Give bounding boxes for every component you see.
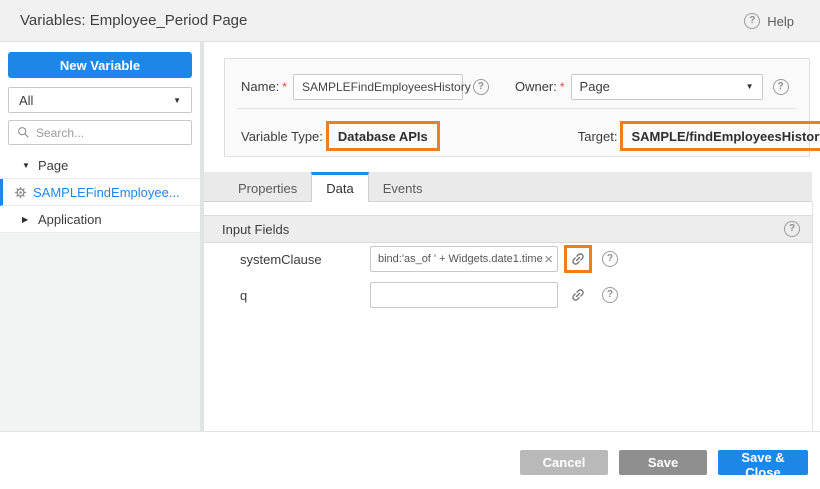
help-icon[interactable]: ? (744, 13, 760, 29)
variables-sidebar: New Variable All ▼ ▼ Page (0, 42, 200, 431)
variable-search[interactable] (8, 120, 192, 145)
name-value: SAMPLEFindEmployeesHistory (302, 80, 471, 94)
systemclause-value: bind:'as_of ' + Widgets.date1.timestam (378, 253, 543, 265)
chevron-down-icon: ▼ (173, 96, 181, 105)
owner-value: Page (580, 79, 610, 94)
variable-editor-panel: Name: * SAMPLEFindEmployeesHistory ? Own… (204, 42, 820, 431)
input-fields-header: Input Fields ? (204, 215, 812, 243)
tree-group-application[interactable]: ▶ Application (0, 206, 200, 233)
sidebar-empty-area (0, 233, 200, 431)
tab-events[interactable]: Events (369, 172, 437, 201)
name-field[interactable]: SAMPLEFindEmployeesHistory (293, 74, 463, 100)
bind-link-icon (567, 284, 590, 307)
variable-filter-dropdown[interactable]: All ▼ (8, 87, 192, 113)
content-right-border (812, 202, 813, 431)
systemclause-help-icon[interactable]: ? (602, 251, 618, 267)
q-help-icon[interactable]: ? (602, 287, 618, 303)
search-input[interactable] (36, 126, 183, 140)
page-title: Variables: Employee_Period Page (20, 12, 247, 29)
q-bind-button[interactable] (564, 281, 592, 309)
name-help-icon[interactable]: ? (473, 79, 489, 95)
tree-item-label: SAMPLEFindEmployee... (33, 185, 180, 200)
clear-binding-icon[interactable]: × (543, 252, 554, 267)
tree-group-page-label: Page (38, 158, 68, 173)
name-label: Name: (241, 79, 279, 94)
input-fields-help-icon[interactable]: ? (784, 221, 800, 237)
target-label: Target: (578, 129, 618, 144)
input-fields-title: Input Fields (222, 222, 289, 237)
help-button[interactable]: ? Help (744, 0, 794, 42)
owner-dropdown[interactable]: Page ▼ (571, 74, 763, 100)
variables-tree: ▼ Page SAMPLEFindEmployee... ▶ (0, 152, 200, 233)
variables-dialog: Variables: Employee_Period Page ? Help N… (0, 0, 820, 489)
tree-group-application-label: Application (38, 212, 102, 227)
systemclause-field[interactable]: bind:'as_of ' + Widgets.date1.timestam × (370, 246, 558, 272)
panel-divider (237, 108, 797, 109)
new-variable-button[interactable]: New Variable (8, 52, 192, 78)
bind-link-icon (567, 248, 590, 271)
search-icon (17, 126, 30, 139)
name-required-marker: * (282, 80, 287, 94)
variable-type-highlight: Database APIs (326, 121, 440, 151)
systemclause-bind-button[interactable] (564, 245, 592, 273)
cancel-button[interactable]: Cancel (520, 450, 608, 475)
variable-summary-panel: Name: * SAMPLEFindEmployeesHistory ? Own… (224, 58, 810, 157)
save-and-close-button[interactable]: Save & Close (718, 450, 808, 475)
chevron-down-icon: ▼ (746, 82, 754, 91)
caret-right-icon[interactable]: ▶ (22, 215, 38, 224)
target-highlight: SAMPLE/findEmployeesHistory (620, 121, 820, 151)
owner-label: Owner: (515, 79, 557, 94)
q-field[interactable] (370, 282, 558, 308)
target-value: SAMPLE/findEmployeesHistory (632, 129, 820, 144)
service-variable-gear-icon (14, 186, 27, 199)
input-field-row: systemClause bind:'as_of ' + Widgets.dat… (204, 246, 812, 272)
editor-tabbar: Properties Data Events (204, 172, 812, 202)
tab-properties[interactable]: Properties (224, 172, 311, 201)
variable-type-value: Database APIs (338, 129, 428, 144)
tab-data[interactable]: Data (311, 172, 368, 202)
q-label: q (240, 288, 370, 303)
caret-down-icon[interactable]: ▼ (22, 161, 38, 170)
dialog-footer: Cancel Save Save & Close (0, 431, 820, 489)
variable-filter-value: All (19, 93, 33, 108)
tree-group-page[interactable]: ▼ Page (0, 152, 200, 179)
save-button[interactable]: Save (619, 450, 707, 475)
input-field-row: q ? (204, 282, 812, 308)
systemclause-label: systemClause (240, 252, 370, 267)
tree-item-selected-variable[interactable]: SAMPLEFindEmployee... (0, 179, 200, 206)
variable-type-label: Variable Type: (241, 129, 323, 144)
help-label[interactable]: Help (767, 14, 794, 29)
title-bar: Variables: Employee_Period Page ? Help (0, 0, 820, 42)
owner-help-icon[interactable]: ? (773, 79, 789, 95)
owner-required-marker: * (560, 80, 565, 94)
